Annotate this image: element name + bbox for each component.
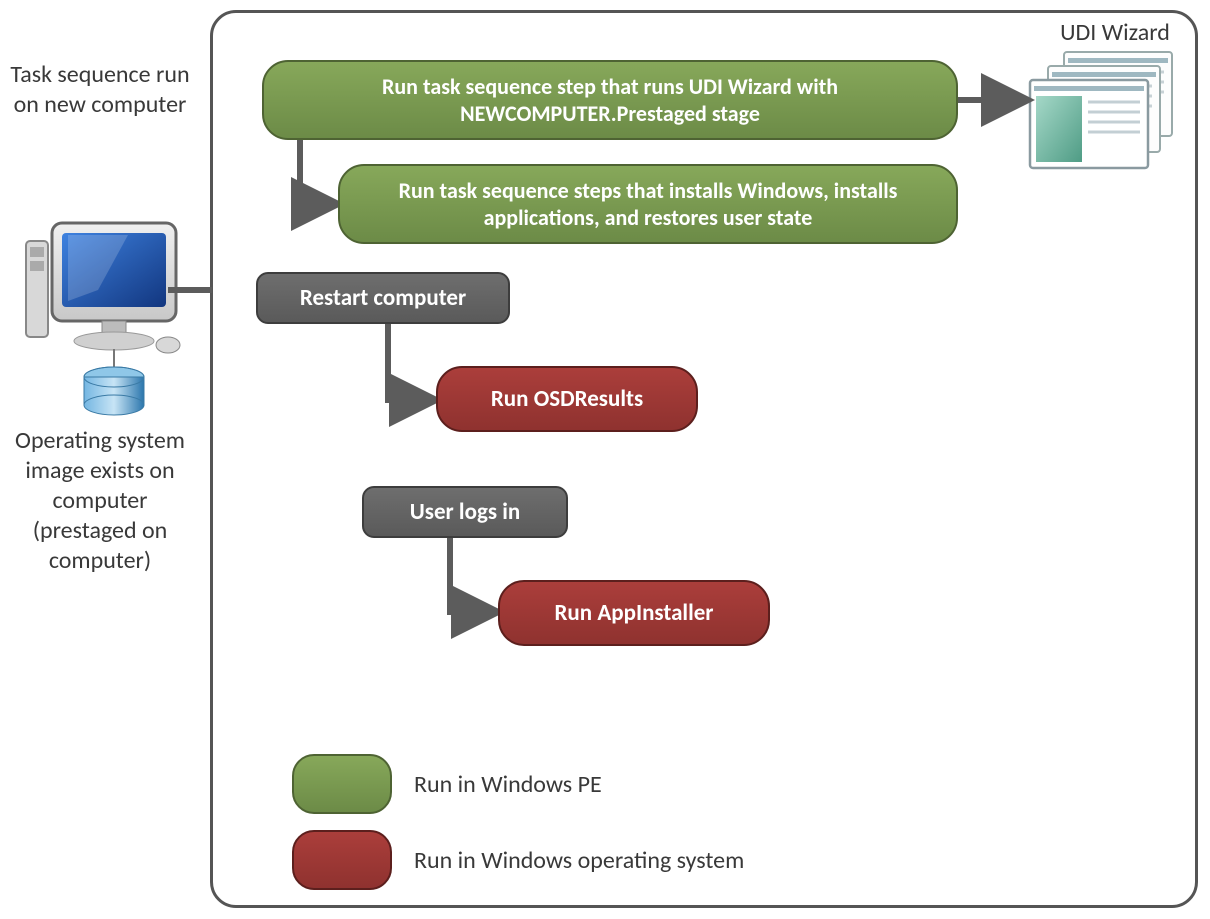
node-label: Run task sequence step that runs UDI Wiz… xyxy=(284,73,936,128)
node-label: Restart computer xyxy=(300,284,466,312)
legend-swatch-green xyxy=(292,754,392,814)
node-user-logs-in: User logs in xyxy=(362,486,568,538)
node-label: User logs in xyxy=(410,498,520,526)
node-label: Run AppInstaller xyxy=(554,599,713,627)
legend-windows-os: Run in Windows operating system xyxy=(292,830,744,890)
diagram-canvas: UDI Wizard Task sequence run on new comp… xyxy=(0,0,1210,919)
node-label: Run task sequence steps that installs Wi… xyxy=(360,177,936,232)
legend-windows-pe: Run in Windows PE xyxy=(292,754,602,814)
node-run-osdresults: Run OSDResults xyxy=(436,366,698,432)
legend-swatch-red xyxy=(292,830,392,890)
node-label: Run OSDResults xyxy=(491,385,643,413)
node-restart-computer: Restart computer xyxy=(256,272,510,324)
node-run-udi-wizard-step: Run task sequence step that runs UDI Wiz… xyxy=(262,60,958,140)
legend-label: Run in Windows operating system xyxy=(414,846,744,875)
node-install-windows-step: Run task sequence steps that installs Wi… xyxy=(338,164,958,244)
node-run-appinstaller: Run AppInstaller xyxy=(498,580,770,646)
legend-label: Run in Windows PE xyxy=(414,770,602,799)
